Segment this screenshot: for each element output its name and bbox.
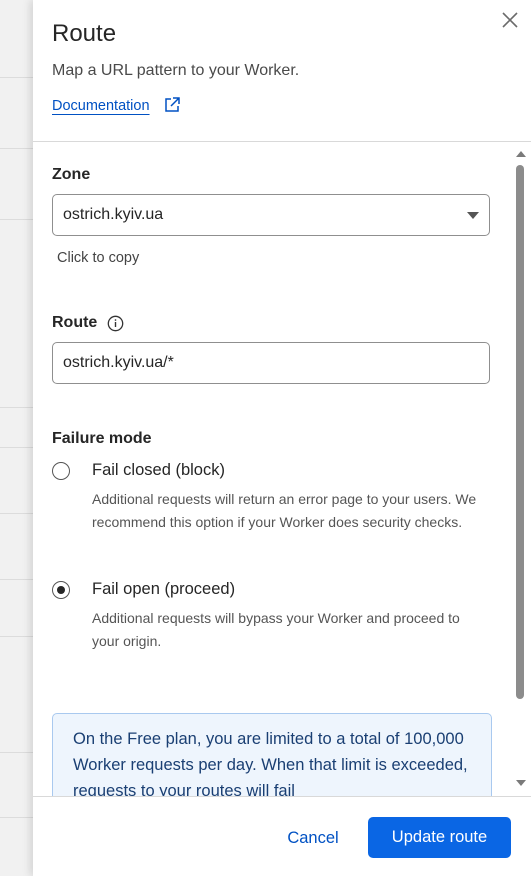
failure-mode-label: Failure mode	[52, 430, 152, 447]
backdrop-divider	[0, 407, 33, 408]
close-icon[interactable]	[499, 9, 521, 31]
zone-select[interactable]: ostrich.kyiv.ua	[52, 194, 490, 236]
route-label: Route	[52, 314, 98, 331]
scroll-down-icon[interactable]	[516, 780, 526, 786]
free-plan-notice: On the Free plan, you are limited to a t…	[52, 713, 492, 796]
backdrop-divider	[0, 219, 33, 220]
panel-title: Route	[52, 20, 117, 47]
form-scroll-area[interactable]: Zone ostrich.kyiv.ua Click to copy Route…	[33, 142, 513, 796]
route-panel: Route Map a URL pattern to your Worker. …	[33, 0, 531, 876]
fail-closed-label[interactable]: Fail closed (block)	[92, 461, 225, 480]
info-icon[interactable]	[107, 315, 124, 332]
page-backdrop	[0, 0, 33, 876]
fail-open-radio[interactable]	[52, 581, 70, 599]
documentation-link[interactable]: Documentation	[52, 98, 150, 114]
scroll-up-icon[interactable]	[516, 151, 526, 157]
backdrop-divider	[0, 148, 33, 149]
backdrop-divider	[0, 447, 33, 448]
update-route-button[interactable]: Update route	[368, 817, 511, 858]
zone-label: Zone	[52, 166, 91, 183]
backdrop-divider	[0, 513, 33, 514]
backdrop-divider	[0, 579, 33, 580]
fail-open-description: Additional requests will bypass your Wor…	[92, 610, 460, 649]
chevron-down-icon	[467, 212, 479, 219]
route-value: ostrich.kyiv.ua/*	[63, 354, 174, 371]
route-input[interactable]: ostrich.kyiv.ua/*	[52, 342, 490, 384]
panel-subtitle: Map a URL pattern to your Worker.	[52, 62, 300, 79]
external-link-icon[interactable]	[163, 96, 181, 114]
scrollbar[interactable]	[513, 147, 527, 792]
backdrop-divider	[0, 752, 33, 753]
scrollbar-thumb[interactable]	[516, 165, 524, 699]
fail-open-label[interactable]: Fail open (proceed)	[92, 580, 235, 599]
backdrop-divider	[0, 636, 33, 637]
cancel-button[interactable]: Cancel	[273, 818, 353, 858]
footer-divider	[33, 796, 531, 797]
zone-value: ostrich.kyiv.ua	[63, 206, 164, 223]
backdrop-divider	[0, 77, 33, 78]
fail-closed-radio[interactable]	[52, 462, 70, 480]
backdrop-divider	[0, 817, 33, 818]
copy-hint[interactable]: Click to copy	[57, 250, 139, 266]
fail-closed-description: Additional requests will return an error…	[92, 491, 477, 530]
